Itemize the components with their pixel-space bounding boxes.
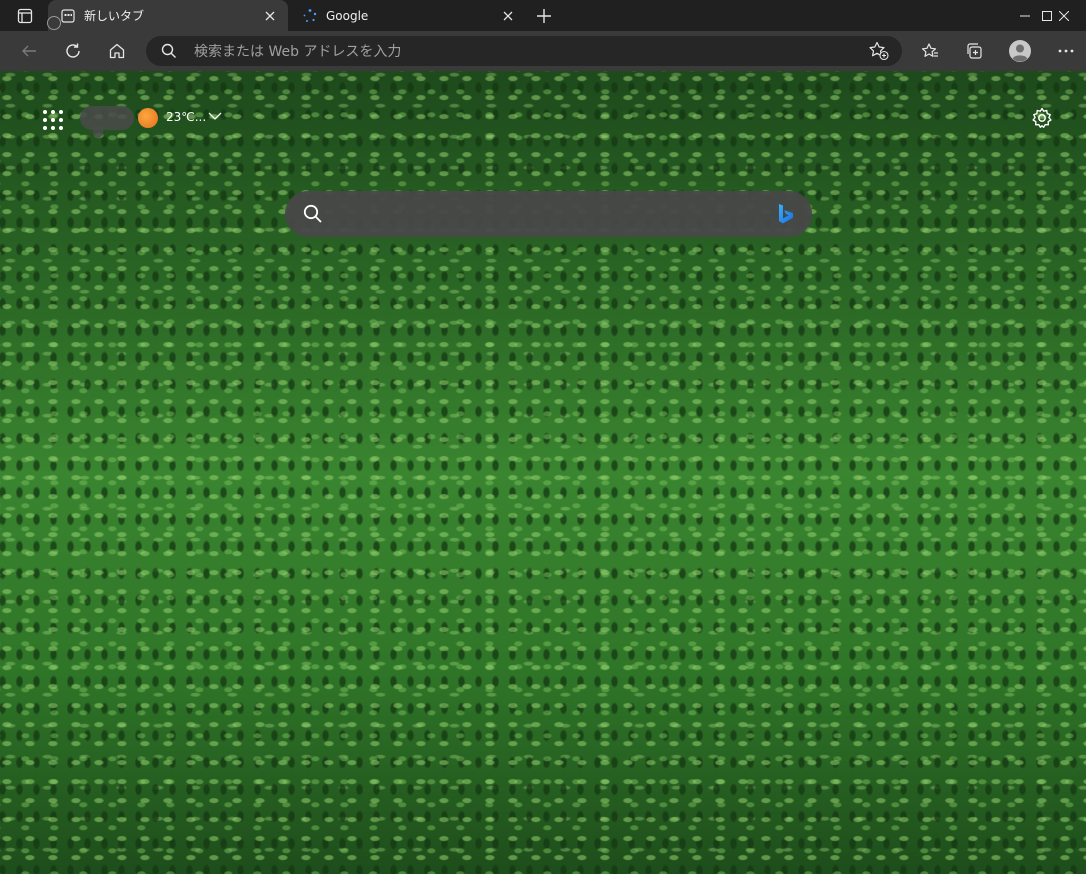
redacted-location — [80, 106, 134, 130]
collections-icon — [967, 43, 982, 59]
settings-and-more-button[interactable] — [1052, 37, 1080, 65]
collections-button[interactable] — [960, 37, 988, 65]
close-window-button[interactable] — [1041, 0, 1086, 31]
close-tab-icon[interactable] — [500, 8, 516, 24]
new-tab-page: 23℃... — [0, 71, 1086, 874]
search-icon — [161, 43, 176, 58]
tab-new-tab[interactable]: 新しいタブ — [48, 0, 288, 31]
address-bar[interactable] — [146, 36, 902, 68]
tab-title: 新しいタブ — [84, 9, 145, 23]
weather-sun-icon[interactable] — [138, 108, 158, 128]
more-icon — [1058, 49, 1074, 53]
search-icon — [303, 204, 322, 223]
mouse-cursor — [47, 16, 61, 30]
back-arrow-icon — [22, 45, 36, 57]
refresh-icon — [66, 43, 80, 58]
favorites-icon — [921, 43, 938, 57]
chevron-down-icon[interactable] — [208, 111, 222, 121]
profile-button[interactable] — [1006, 37, 1034, 65]
refresh-button[interactable] — [59, 37, 87, 65]
close-icon — [1058, 10, 1069, 21]
back-button[interactable] — [15, 37, 43, 65]
home-icon — [109, 43, 125, 59]
tab-title: Google — [326, 8, 369, 23]
web-search-box[interactable] — [285, 191, 812, 237]
google-loading-icon — [302, 8, 318, 24]
weather-temperature[interactable]: 23℃... — [166, 110, 206, 124]
address-input[interactable] — [192, 36, 836, 68]
tab-actions-menu-button[interactable] — [8, 4, 42, 28]
gear-icon[interactable] — [1031, 107, 1053, 129]
home-button[interactable] — [103, 37, 131, 65]
new-tab-button[interactable] — [534, 6, 554, 26]
avatar-icon — [1009, 40, 1031, 62]
redacted-location-tail — [93, 126, 103, 138]
title-bar: 新しいタブ Google — [0, 0, 1086, 31]
add-favorite-icon[interactable] — [868, 41, 890, 61]
close-tab-icon[interactable] — [262, 8, 278, 24]
bing-logo-icon[interactable] — [777, 203, 795, 225]
tab-actions-icon — [17, 8, 33, 24]
tab-google[interactable]: Google — [290, 0, 526, 31]
app-launcher-icon[interactable] — [42, 109, 64, 131]
plus-icon — [537, 9, 551, 23]
favorites-button[interactable] — [916, 37, 944, 65]
new-tab-page-icon — [60, 8, 76, 24]
